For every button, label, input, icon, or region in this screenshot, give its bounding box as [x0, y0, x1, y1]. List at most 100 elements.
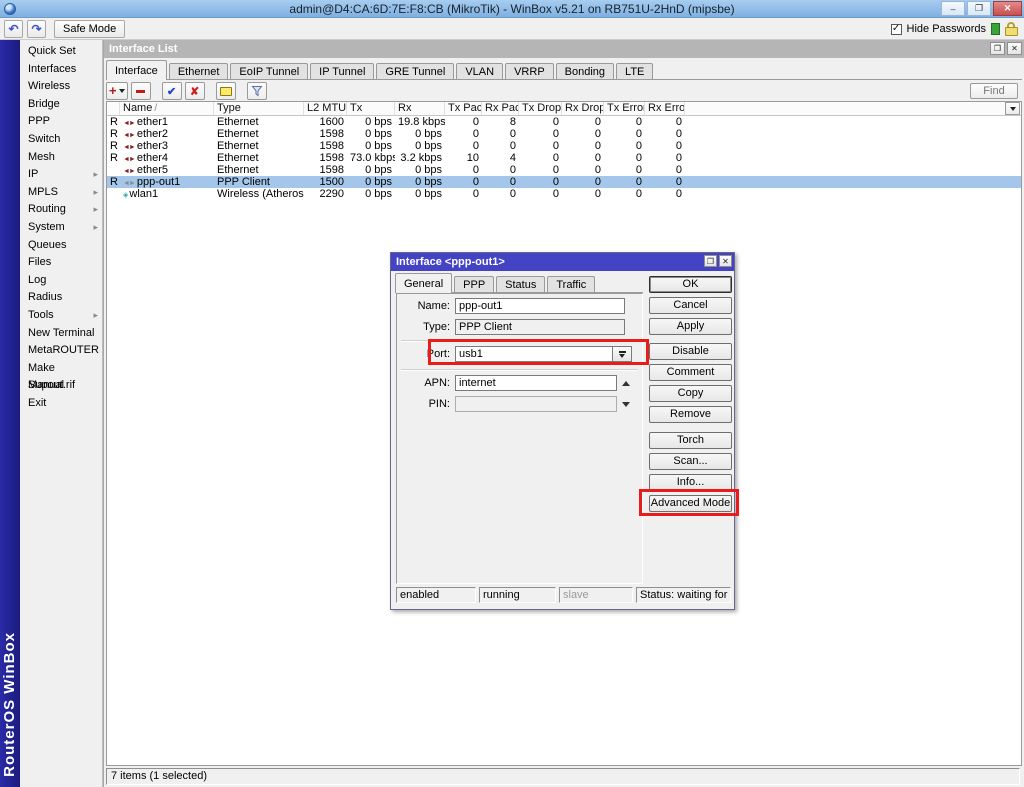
tab-lte[interactable]: LTE — [616, 63, 653, 79]
sidebar-item-mpls[interactable]: MPLS▸ — [20, 184, 102, 202]
name-field[interactable]: ppp-out1 — [455, 298, 625, 314]
tab-interface[interactable]: Interface — [106, 60, 167, 80]
table-row-ether2[interactable]: R◄►ether2Ethernet15980 bps0 bps000000 — [107, 128, 1021, 140]
sidebar-item-ip[interactable]: IP▸ — [20, 166, 102, 184]
tab-traffic[interactable]: Traffic — [547, 276, 595, 292]
sort-indicator: / — [154, 103, 157, 114]
interface-list-close-button[interactable]: ✕ — [1007, 42, 1022, 55]
comment-button[interactable] — [216, 82, 236, 100]
remove-button[interactable] — [131, 82, 151, 100]
sidebar-item-radius[interactable]: Radius — [20, 289, 102, 307]
tab-gre-tunnel[interactable]: GRE Tunnel — [376, 63, 454, 79]
filter-button[interactable] — [247, 82, 267, 100]
column-header-rx-errors[interactable]: Rx Errors — [645, 102, 685, 115]
comment-button[interactable]: Comment — [649, 364, 732, 381]
sidebar-item-bridge[interactable]: Bridge — [20, 96, 102, 114]
column-header-rx[interactable]: Rx — [395, 102, 445, 115]
section-collapse-button[interactable] — [622, 381, 630, 386]
remove-button[interactable]: Remove — [649, 406, 732, 423]
column-header-rx-drops[interactable]: Rx Drops — [562, 102, 604, 115]
redo-button[interactable]: ↷ — [27, 20, 46, 38]
cancel-button[interactable]: Cancel — [649, 297, 732, 314]
disable-button[interactable]: Disable — [649, 343, 732, 360]
find-button[interactable]: Find — [970, 83, 1018, 99]
enable-button[interactable]: ✔ — [162, 82, 182, 100]
tab-vlan[interactable]: VLAN — [456, 63, 503, 79]
sidebar-item-make-supout-rif[interactable]: Make Supout.rif — [20, 360, 102, 378]
scan-button[interactable]: Scan... — [649, 453, 732, 470]
undo-button[interactable]: ↶ — [4, 20, 23, 38]
column-header-tx[interactable]: Tx — [347, 102, 395, 115]
cell-name: ◄►ether4 — [120, 152, 214, 164]
sidebar-item-system[interactable]: System▸ — [20, 219, 102, 237]
tab-eoip-tunnel[interactable]: EoIP Tunnel — [230, 63, 308, 79]
info-button[interactable]: Info... — [649, 474, 732, 491]
tab-bonding[interactable]: Bonding — [556, 63, 614, 79]
sidebar-item-tools[interactable]: Tools▸ — [20, 307, 102, 325]
apply-button[interactable]: Apply — [649, 318, 732, 335]
port-dropdown-button[interactable] — [613, 346, 632, 362]
close-button[interactable]: ✕ — [993, 1, 1022, 16]
port-field[interactable]: usb1 — [455, 346, 613, 362]
cell-flag — [107, 164, 120, 176]
cell-rx_errors: 0 — [645, 164, 685, 176]
minimize-button[interactable]: – — [941, 1, 965, 16]
column-header-tx-pac[interactable]: Tx Pac... — [445, 102, 482, 115]
safe-mode-button[interactable]: Safe Mode — [54, 20, 125, 38]
sidebar-item-new-terminal[interactable]: New Terminal — [20, 325, 102, 343]
table-row-ether5[interactable]: ◄►ether5Ethernet15980 bps0 bps000000 — [107, 164, 1021, 176]
apn-field[interactable]: internet — [455, 375, 617, 391]
sidebar-item-exit[interactable]: Exit — [20, 395, 102, 413]
tab-general[interactable]: General — [395, 273, 452, 293]
remove-icon — [136, 90, 145, 93]
interface-list-restore-button[interactable]: ❐ — [990, 42, 1005, 55]
table-row-ether1[interactable]: R◄►ether1Ethernet16000 bps19.8 kbps08000… — [107, 116, 1021, 128]
copy-button[interactable]: Copy — [649, 385, 732, 402]
tab-ppp[interactable]: PPP — [454, 276, 494, 292]
sidebar-item-wireless[interactable]: Wireless — [20, 78, 102, 96]
disable-button[interactable]: ✘ — [185, 82, 205, 100]
pin-field[interactable] — [455, 396, 617, 412]
column-header-tx-drops[interactable]: Tx Drops — [519, 102, 562, 115]
tab-ethernet[interactable]: Ethernet — [169, 63, 229, 79]
ok-button[interactable]: OK — [649, 276, 732, 293]
sidebar-item-manual[interactable]: Manual — [20, 377, 102, 395]
table-row-ether4[interactable]: R◄►ether4Ethernet159873.0 kbps3.2 kbps10… — [107, 152, 1021, 164]
cell-l2_mtu: 2290 — [304, 188, 347, 200]
sidebar-item-quick-set[interactable]: Quick Set — [20, 43, 102, 61]
sidebar-item-switch[interactable]: Switch — [20, 131, 102, 149]
column-header-rx-pac[interactable]: Rx Pac... — [482, 102, 519, 115]
sidebar-item-metarouter[interactable]: MetaROUTER — [20, 342, 102, 360]
column-header-tx-errors[interactable]: Tx Errors — [604, 102, 645, 115]
section-expand-button[interactable] — [622, 402, 630, 407]
column-header-type[interactable]: Type — [214, 102, 304, 115]
table-row-ppp-out1[interactable]: R◄►ppp-out1PPP Client15000 bps0 bps00000… — [107, 176, 1021, 188]
torch-button[interactable]: Torch — [649, 432, 732, 449]
tab-ip-tunnel[interactable]: IP Tunnel — [310, 63, 374, 79]
column-header-l2-mtu[interactable]: L2 MTU — [304, 102, 347, 115]
submenu-arrow-icon: ▸ — [93, 219, 98, 237]
column-header-name[interactable]: Name/ — [120, 102, 214, 115]
app-titlebar: admin@D4:CA:6D:7E:F8:CB (MikroTik) - Win… — [0, 0, 1024, 18]
sidebar-item-routing[interactable]: Routing▸ — [20, 201, 102, 219]
cell-type: Ethernet — [214, 128, 304, 140]
column-header-flag[interactable] — [107, 102, 120, 115]
sidebar-item-files[interactable]: Files — [20, 254, 102, 272]
hide-passwords-checkbox[interactable]: ✓ — [891, 24, 902, 35]
tab-status[interactable]: Status — [496, 276, 545, 292]
cell-tx_errors: 0 — [604, 164, 645, 176]
table-row-ether3[interactable]: R◄►ether3Ethernet15980 bps0 bps000000 — [107, 140, 1021, 152]
sidebar-item-queues[interactable]: Queues — [20, 237, 102, 255]
table-row-wlan1[interactable]: ◈wlan1Wireless (Atheros 11N)22900 bps0 b… — [107, 188, 1021, 200]
add-button[interactable]: + — [106, 82, 128, 100]
cell-rx: 0 bps — [395, 140, 445, 152]
header-menu-button[interactable] — [1005, 102, 1020, 115]
sidebar-item-log[interactable]: Log — [20, 272, 102, 290]
restore-button[interactable]: ❐ — [967, 1, 991, 16]
sidebar-item-interfaces[interactable]: Interfaces — [20, 61, 102, 79]
advanced-mode-button[interactable]: Advanced Mode — [649, 495, 732, 512]
tab-vrrp[interactable]: VRRP — [505, 63, 554, 79]
sidebar-item-mesh[interactable]: Mesh — [20, 149, 102, 167]
sidebar-item-ppp[interactable]: PPP — [20, 113, 102, 131]
interface-list-titlebar[interactable]: Interface List — [104, 40, 1024, 58]
